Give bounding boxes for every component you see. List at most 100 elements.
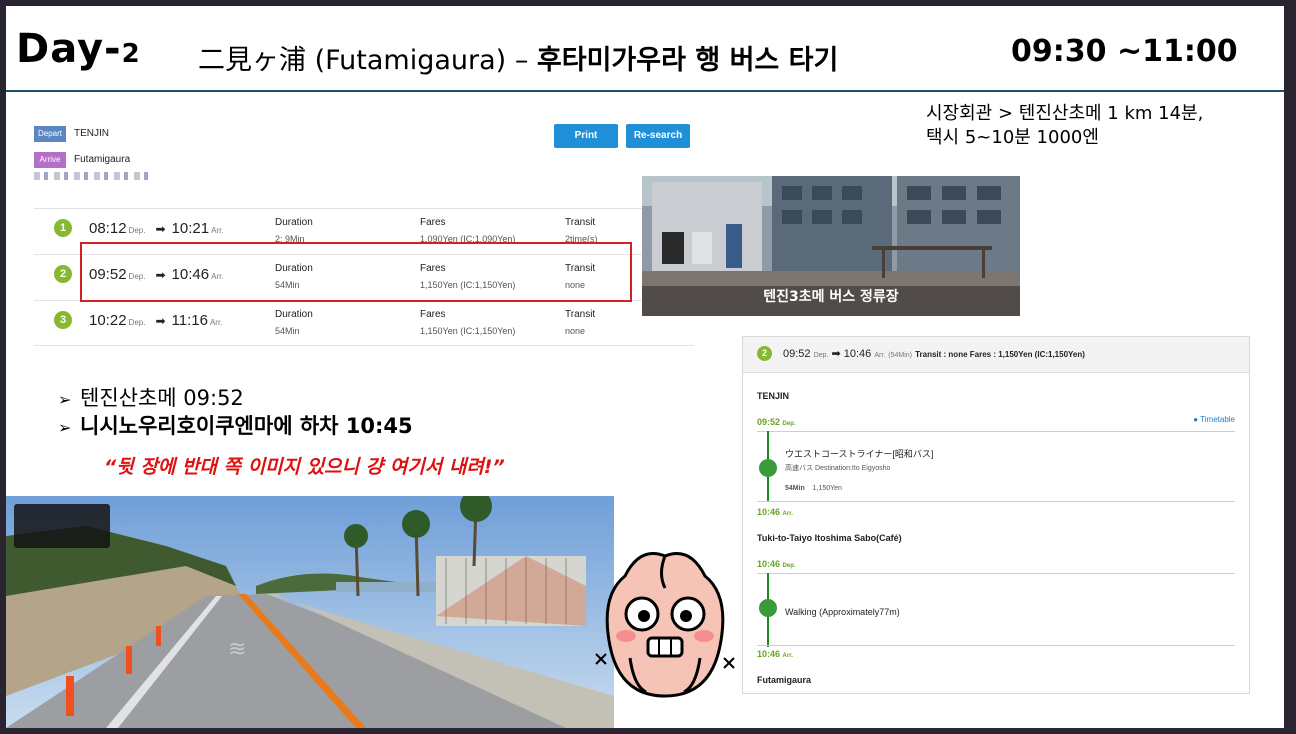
- route-search-card: Depart TENJIN Arrive Futamigaura Print Re-…: [34, 116, 694, 346]
- dep-abbr: Dep.: [813, 352, 829, 359]
- arrow-right-icon: ➡: [155, 222, 166, 236]
- arr-time: 11:16: [171, 312, 208, 329]
- arrive-tag: Arrive: [34, 152, 66, 168]
- timetable-link[interactable]: ● Timetable: [1193, 415, 1235, 424]
- dep-abbr: Dep.: [782, 563, 796, 569]
- duration-value: 54Min: [275, 326, 300, 336]
- dep-time: 08:12: [89, 220, 127, 237]
- blurred-options: [34, 172, 154, 180]
- day-word: Day-: [16, 26, 122, 72]
- bus-icon: [759, 459, 777, 477]
- separator: [757, 573, 1235, 574]
- arrive-name: Futamigaura: [74, 153, 131, 165]
- arr-abbr: Arr.: [209, 318, 223, 327]
- alight-text: 니시노우리호이쿠엔마에 하차 10:45: [80, 414, 413, 438]
- slide: Day-2 二見ヶ浦 (Futamigaura) – 후타미가우라 행 버스 타…: [6, 6, 1284, 728]
- street-view-overlay: [14, 504, 110, 548]
- title-row: Day-2 二見ヶ浦 (Futamigaura) – 후타미가우라 행 버스 타…: [6, 6, 1284, 90]
- dep-time-2: 10:46 Dep.: [757, 559, 796, 569]
- arrow-right-icon: ➡: [831, 348, 841, 360]
- depart-row: Depart TENJIN: [34, 126, 109, 142]
- duration-col: Duration 54Min: [275, 307, 313, 339]
- detail-header: 2 09:52 Dep. ➡ 10:46 Arr. (54Min) Transi…: [743, 337, 1249, 373]
- route-number: 3: [54, 311, 72, 329]
- day-label: Day-2: [16, 26, 141, 72]
- arr-time-1: 10:46 Arr.: [757, 507, 793, 517]
- bus-fare: 1,150Yen: [812, 485, 842, 492]
- print-button[interactable]: Print: [554, 124, 618, 148]
- route-times: 10:22 Dep. ➡ 11:16 Arr.: [89, 312, 226, 329]
- route-number: 2: [757, 346, 772, 361]
- time-value: 09:52: [757, 417, 781, 427]
- walking-icon: [759, 599, 777, 617]
- time-value: 10:46: [757, 507, 781, 517]
- fares-value: 1,150Yen (IC:1,150Yen): [420, 326, 516, 336]
- arrowhead-bullet-icon: ➢: [58, 418, 72, 437]
- duration-header: Duration: [275, 309, 313, 320]
- route-times: 08:12 Dep. ➡ 10:21 Arr.: [89, 220, 228, 237]
- instruction-list: ➢ 텐진산초메 09:52 ➢ 니시노우리호이쿠엔마에 하차 10:45: [58, 384, 413, 440]
- notes-line-1: 시장회관 > 텐진산초메 1 km 14분,: [926, 103, 1204, 124]
- transit-fare-meta: Transit : none Fares : 1,150Yen (IC:1,15…: [915, 350, 1085, 359]
- arr-abbr: Arr.: [211, 226, 224, 235]
- svg-text:≋: ≋: [228, 637, 246, 662]
- timetable-label: Timetable: [1200, 415, 1235, 424]
- route-detail-card: 2 09:52 Dep. ➡ 10:46 Arr. (54Min) Transi…: [742, 336, 1250, 694]
- board-text: 텐진산초메 09:52: [80, 386, 244, 410]
- dep-abbr: Dep.: [782, 421, 796, 427]
- dep-abbr: Dep.: [128, 318, 146, 327]
- research-button[interactable]: Re-search: [626, 124, 690, 148]
- station-end: Futamigaura: [757, 675, 812, 685]
- separator: [757, 501, 1235, 502]
- time-range: 09:30 ~11:00: [1011, 34, 1238, 69]
- dep-time: 09:52: [783, 348, 811, 360]
- bus-stop-photo: 텐진3초메 버스 정류장: [642, 176, 1020, 316]
- notes-line-2: 택시 5~10분 1000엔: [926, 127, 1099, 148]
- dep-time-1: 09:52 Dep.: [757, 417, 796, 427]
- detail-summary: 09:52 Dep. ➡ 10:46 Arr. (54Min) Transit …: [783, 347, 1085, 360]
- title-divider: [6, 90, 1284, 92]
- dep-abbr: Dep.: [128, 226, 146, 235]
- fares-col: Fares 1,150Yen (IC:1,150Yen): [420, 307, 515, 339]
- fares-header: Fares: [420, 217, 446, 228]
- peach-character-icon: [595, 552, 735, 698]
- bus-name: ウエストコーストライナー[昭和バス]: [785, 449, 934, 459]
- arrow-right-icon: ➡: [155, 314, 166, 328]
- transit-col: Transit none: [565, 307, 595, 339]
- route-row-3[interactable]: 3 10:22 Dep. ➡ 11:16 Arr. Duration 54Min Fare…: [34, 300, 694, 346]
- time-value: 10:46: [757, 649, 781, 659]
- fares-header: Fares: [420, 309, 446, 320]
- bus-duration-fare: 54Min 1,150Yen: [785, 485, 842, 492]
- separator: [757, 645, 1235, 646]
- quote-text: “뒷 장에 반대 쪽 이미지 있으니 걍 여기서 내려!”: [104, 456, 505, 478]
- duration-header: Duration: [275, 217, 313, 228]
- bus-duration: 54Min: [785, 485, 805, 492]
- walking-text: Walking (Approximately77m): [785, 607, 900, 617]
- arr-abbr: Arr.: [782, 653, 793, 659]
- title-dash: –: [514, 45, 529, 76]
- time-value: 10:46: [757, 559, 781, 569]
- route-number: 2: [54, 265, 72, 283]
- place-jp: 二見ヶ浦: [198, 45, 306, 76]
- street-view-photo: ≋: [6, 496, 614, 728]
- separator: [757, 431, 1235, 432]
- transit-value: none: [565, 326, 586, 336]
- transit-header: Transit: [565, 309, 596, 320]
- instruction-board: ➢ 텐진산초메 09:52: [58, 384, 413, 412]
- arr-abbr: Arr.: [874, 352, 886, 359]
- instruction-alight: ➢ 니시노우리호이쿠엔마에 하차 10:45: [58, 412, 413, 440]
- station-mid: Tuki-to-Taiyo Itoshima Sabo(Café): [757, 533, 902, 543]
- page-title: 二見ヶ浦 (Futamigaura) – 후타미가우라 행 버스 타기: [198, 38, 838, 77]
- depart-name: TENJIN: [74, 127, 109, 139]
- station-start: TENJIN: [757, 391, 790, 401]
- peach-character: [590, 546, 740, 706]
- arr-abbr: Arr.: [782, 511, 793, 517]
- arr-time: 10:21: [171, 220, 210, 237]
- place-romaji: (Futamigaura): [314, 45, 507, 76]
- arrive-row: Arrive Futamigaura: [34, 152, 130, 168]
- bus-sub: 高速バス Destination:Ito Eigyosho: [785, 465, 891, 472]
- route-number: 1: [54, 219, 72, 237]
- taxi-notes: 시장회관 > 텐진산초메 1 km 14분, 택시 5~10분 1000엔: [926, 102, 1203, 150]
- bus-stop-caption: 텐진3초메 버스 정류장: [763, 289, 899, 305]
- dep-time: 10:22: [89, 312, 127, 329]
